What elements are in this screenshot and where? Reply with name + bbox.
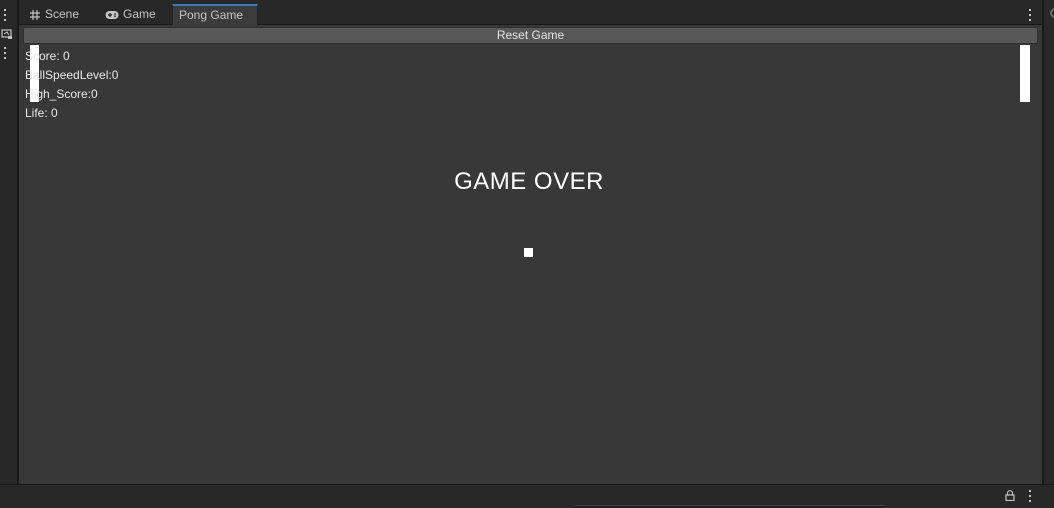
high-score-label: High_Score:0	[25, 87, 98, 101]
overlay-icon[interactable]	[1, 28, 13, 40]
game-window: Scene Game Pong Game Reset Game Score: 0	[19, 0, 1042, 484]
tab-scene[interactable]: Scene	[23, 4, 85, 25]
left-toolbar-strip	[0, 0, 18, 484]
bottom-panel	[0, 484, 1054, 508]
game-over-text: GAME OVER	[454, 168, 604, 195]
ball-speed-label: BallSpeedLevel:0	[25, 68, 119, 82]
tab-label: Pong Game	[179, 8, 244, 22]
tab-bar: Scene Game Pong Game	[19, 0, 1042, 25]
tab-label: Scene	[45, 7, 80, 21]
reset-game-button[interactable]: Reset Game	[23, 27, 1038, 44]
tab-pong-game[interactable]: Pong Game	[172, 4, 258, 25]
tab-label: Game	[123, 7, 156, 21]
ball	[524, 248, 533, 257]
right-panel-strip	[1043, 0, 1054, 484]
more-options-icon[interactable]	[1, 47, 9, 59]
score-label: Score: 0	[25, 49, 70, 63]
editor-root: Scene Game Pong Game Reset Game Score: 0	[0, 0, 1054, 508]
gamepad-icon	[105, 10, 119, 19]
grid-icon	[30, 9, 40, 20]
lock-icon[interactable]	[1005, 490, 1015, 501]
more-options-icon[interactable]	[1026, 9, 1034, 21]
panel-handle-icon[interactable]	[1050, 8, 1054, 18]
tab-game[interactable]: Game	[99, 4, 162, 25]
more-options-icon[interactable]	[1, 9, 9, 21]
more-options-icon[interactable]	[1026, 490, 1034, 502]
life-label: Life: 0	[25, 106, 58, 120]
right-paddle	[1020, 45, 1030, 102]
